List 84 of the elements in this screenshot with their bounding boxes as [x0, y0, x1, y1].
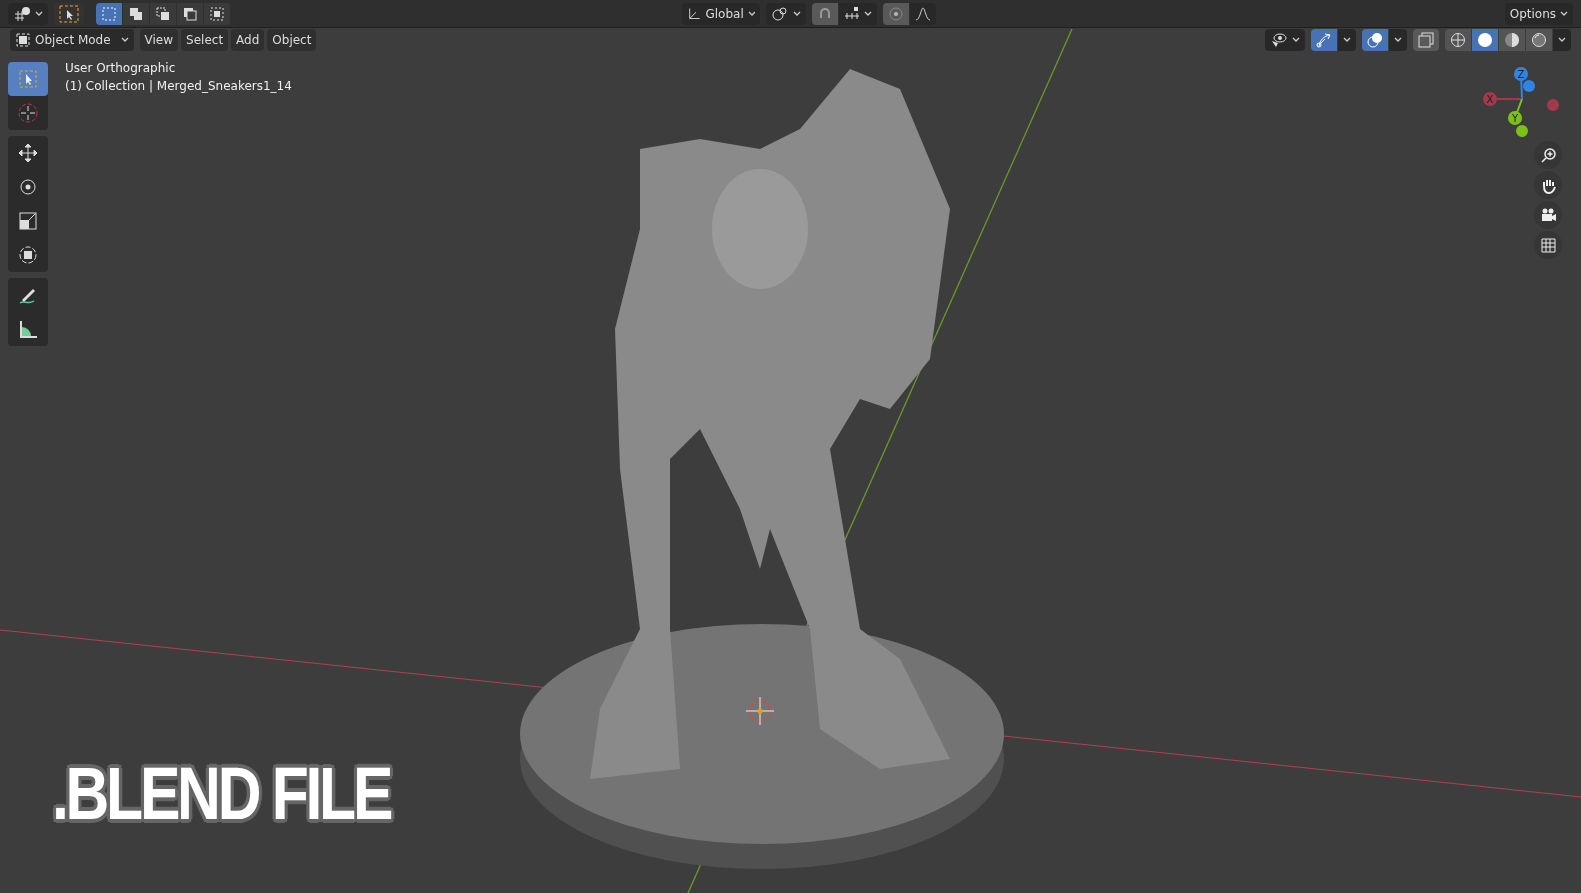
overlay-toggle[interactable]	[1362, 29, 1388, 51]
xray-toggle[interactable]	[1413, 29, 1439, 51]
caret-icon	[864, 10, 872, 17]
selection-mode-button[interactable]	[177, 2, 203, 25]
caret-icon	[1558, 37, 1566, 43]
pivot-dropdown[interactable]	[766, 2, 806, 25]
navigation-button[interactable]	[1534, 141, 1562, 169]
target-icon	[888, 5, 904, 22]
caret-icon	[793, 10, 801, 17]
axis-handle[interactable]	[1523, 80, 1535, 92]
menu-item[interactable]: Select	[181, 29, 229, 51]
falloff-dropdown[interactable]	[910, 2, 936, 25]
half-shaded-sphere-icon	[1504, 32, 1520, 48]
axis-label: Z	[1517, 69, 1525, 80]
navigation-button[interactable]	[1534, 201, 1562, 229]
mode-dropdown[interactable]: Object Mode	[10, 29, 134, 51]
axis-handle[interactable]	[1547, 99, 1559, 111]
menu-item[interactable]: Object	[267, 29, 317, 51]
rotate-icon	[17, 176, 39, 198]
snap-toggle[interactable]	[812, 2, 838, 25]
shading-button[interactable]	[1499, 29, 1525, 51]
overlay-label: .BLEND FILE	[52, 757, 391, 831]
overlay-dropdown[interactable]	[1389, 29, 1407, 51]
object-mode-icon	[15, 32, 31, 48]
shading-button[interactable]	[1445, 29, 1471, 51]
proportional-edit-toggle[interactable]	[883, 2, 909, 25]
grid-icon	[1539, 236, 1557, 254]
select-tool-button[interactable]	[54, 2, 84, 25]
shading-dropdown[interactable]	[1553, 29, 1571, 51]
overlay-icon	[1367, 32, 1383, 48]
selection-mode-button[interactable]	[96, 2, 122, 25]
caret-icon	[1560, 10, 1568, 17]
caret-icon	[1394, 37, 1402, 43]
selection-mode-icon	[101, 5, 117, 22]
selection-mode-icon	[155, 5, 171, 22]
options-dropdown[interactable]: Options	[1504, 2, 1573, 25]
gizmo-dropdown[interactable]	[1338, 29, 1356, 51]
ruler-icon	[17, 318, 39, 340]
axis-label: X	[1486, 94, 1494, 105]
axis-handle[interactable]	[1516, 125, 1528, 137]
selection-mode-icon	[209, 5, 225, 22]
movie-camera-icon	[1539, 206, 1557, 224]
shaded-sphere-icon	[1531, 32, 1547, 48]
viewport-info-text: User Orthographic	[65, 60, 177, 77]
selection-mode-icon	[128, 5, 144, 22]
gizmo-icon	[1316, 32, 1332, 48]
gizmo-toggle[interactable]	[1311, 29, 1337, 51]
transform-icon	[17, 244, 39, 266]
axis-label: Y	[1511, 113, 1519, 124]
menu-item[interactable]: View	[139, 29, 179, 51]
pivot-icon	[771, 5, 789, 22]
move-arrows-icon	[17, 142, 39, 164]
caret-icon	[747, 10, 755, 17]
viewport-info-text: (1) Collection | Merged_Sneakers1_14	[65, 78, 292, 95]
caret-icon	[1292, 37, 1300, 43]
visibility-dropdown[interactable]	[1265, 29, 1305, 51]
grid-icon	[13, 5, 31, 22]
snap-target-dropdown[interactable]	[839, 2, 877, 25]
zoom-icon	[1539, 146, 1557, 164]
selection-mode-button[interactable]	[123, 2, 149, 25]
orientation-dropdown[interactable]: Global	[682, 2, 760, 25]
eye-icon	[1270, 32, 1288, 48]
caret-icon	[1343, 37, 1351, 43]
scale-icon	[17, 210, 39, 232]
caret-icon	[120, 37, 129, 43]
navigation-button[interactable]	[1534, 171, 1562, 199]
navigation-button[interactable]	[1534, 231, 1562, 259]
selection-mode-button[interactable]	[150, 2, 176, 25]
wireframe-sphere-icon	[1450, 32, 1466, 48]
solid-sphere-icon	[1477, 32, 1493, 48]
caret-icon	[35, 10, 43, 17]
curve-icon	[915, 5, 931, 22]
axis-handle[interactable]	[1508, 98, 1523, 125]
editor-type-button[interactable]	[8, 2, 48, 25]
axis-handle[interactable]	[1483, 92, 1523, 106]
menu-item[interactable]: Add	[231, 29, 265, 51]
shading-button[interactable]	[1472, 29, 1498, 51]
3d-cursor-icon	[17, 102, 39, 124]
selection-mode-icon	[182, 5, 198, 22]
shading-button[interactable]	[1526, 29, 1552, 51]
selection-mode-button[interactable]	[204, 2, 230, 25]
xray-icon	[1418, 32, 1434, 48]
snap-increment-icon	[844, 5, 860, 22]
3d-cursor-icon	[745, 696, 775, 726]
